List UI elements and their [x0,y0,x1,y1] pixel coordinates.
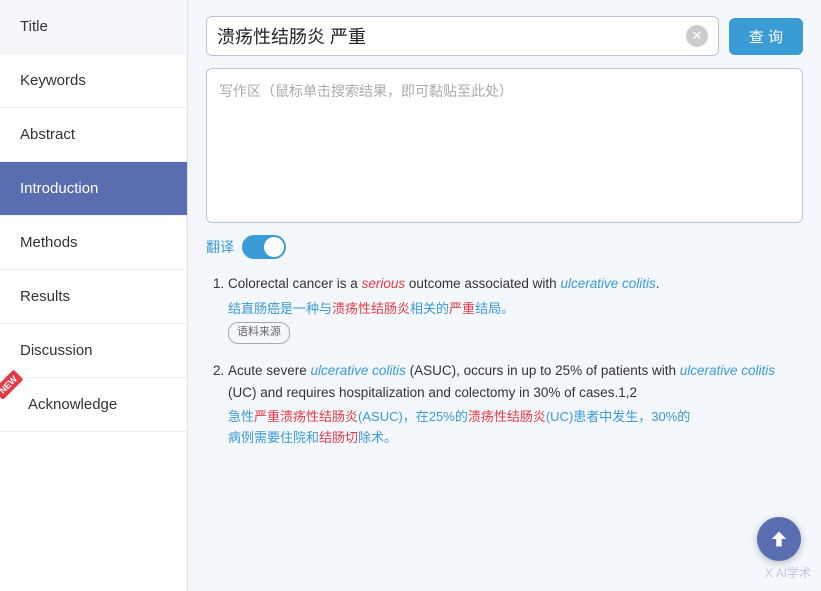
arrow-up-icon [768,528,790,550]
watermark: X AI学术 [765,564,811,581]
sidebar-label-keywords: Keywords [20,72,86,89]
result-2-zh: 急性严重溃疡性结肠炎(ASUC)，在25%的溃疡性结肠炎(UC)患者中发生，30… [228,407,803,449]
sidebar-label-methods: Methods [20,234,78,251]
sidebar-item-introduction[interactable]: Introduction [0,162,187,216]
result-1-phrase-uc: ulcerative colitis [560,276,655,291]
sidebar-item-methods[interactable]: Methods [0,216,187,270]
sidebar-label-title: Title [20,18,48,35]
writing-area[interactable]: 写作区（鼠标单击搜索结果，即可黏贴至此处） [206,68,803,223]
result-2-zh-highlight2: 溃疡性结肠炎 [468,409,546,424]
sidebar-label-discussion: Discussion [20,342,93,359]
search-bar: 溃疡性结肠炎 严重 ✕ 查 询 [206,16,803,56]
result-2-phrase-uc2: ulcerative colitis [680,363,775,378]
scroll-up-button[interactable] [757,517,801,561]
search-query-text: 溃疡性结肠炎 严重 [217,23,686,49]
result-2-list-item: Acute severe ulcerative colitis (ASUC), … [228,360,803,449]
search-button[interactable]: 查 询 [729,18,803,55]
translate-toggle[interactable] [242,235,286,259]
result-2-zh-highlight1: 严重溃疡性结肠炎 [254,409,358,424]
sidebar-item-keywords[interactable]: Keywords [0,54,187,108]
result-1-zh-highlight1: 溃疡性结肠炎 [332,301,410,316]
sidebar-item-abstract[interactable]: Abstract [0,108,187,162]
sidebar-label-acknowledge: Acknowledge [28,396,117,413]
sidebar-item-discussion[interactable]: Discussion [0,324,187,378]
result-2-en: Acute severe ulcerative colitis (ASUC), … [228,360,803,403]
sidebar-item-results[interactable]: Results [0,270,187,324]
main-content: 溃疡性结肠炎 严重 ✕ 查 询 写作区（鼠标单击搜索结果，即可黏贴至此处） 翻译… [188,0,821,591]
sidebar-item-acknowledge[interactable]: Acknowledge [0,378,187,432]
result-item-2: Acute severe ulcerative colitis (ASUC), … [206,360,803,449]
sidebar: Title Keywords Abstract Introduction Met… [0,0,188,591]
sidebar-label-abstract: Abstract [20,126,75,143]
result-2-phrase-uc1: ulcerative colitis [311,363,406,378]
result-1-list-item: Colorectal cancer is a serious outcome a… [228,273,803,344]
sidebar-label-results: Results [20,288,70,305]
result-1-zh: 结直肠癌是一种与溃疡性结肠炎相关的严重结局。 [228,299,803,320]
writing-area-placeholder: 写作区（鼠标单击搜索结果，即可黏贴至此处） [219,83,513,99]
search-clear-button[interactable]: ✕ [686,25,708,47]
result-item-1: Colorectal cancer is a serious outcome a… [206,273,803,344]
source-tag-1[interactable]: 语料来源 [228,322,290,344]
result-1-en: Colorectal cancer is a serious outcome a… [228,273,803,295]
results-list: Colorectal cancer is a serious outcome a… [206,273,803,449]
translate-row: 翻译 [206,235,803,259]
result-1-word-serious: serious [362,276,406,291]
search-input-wrapper: 溃疡性结肠炎 严重 ✕ [206,16,719,56]
translate-label: 翻译 [206,237,234,257]
sidebar-label-introduction: Introduction [20,180,98,197]
sidebar-item-title[interactable]: Title [0,0,187,54]
result-1-zh-highlight2: 严重 [449,301,475,316]
result-2-zh-highlight3: 结肠切 [319,430,358,445]
